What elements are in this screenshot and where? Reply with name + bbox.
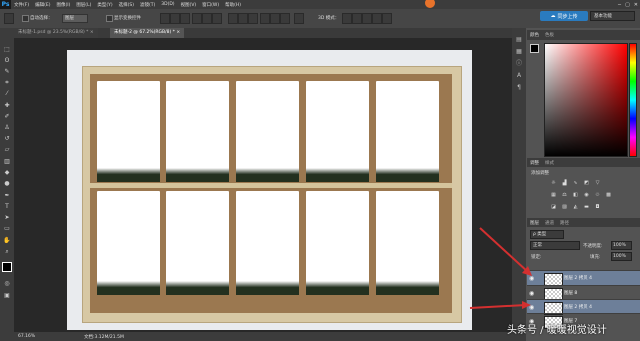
annotation-arrows (469, 227, 532, 309)
arrowhead-3 (522, 301, 531, 309)
watermark-text: 头条号 / 暖暖视觉设计 (507, 325, 607, 336)
arrow-to-layer-3 (469, 304, 527, 309)
arrow-to-layer-1 (479, 227, 529, 273)
